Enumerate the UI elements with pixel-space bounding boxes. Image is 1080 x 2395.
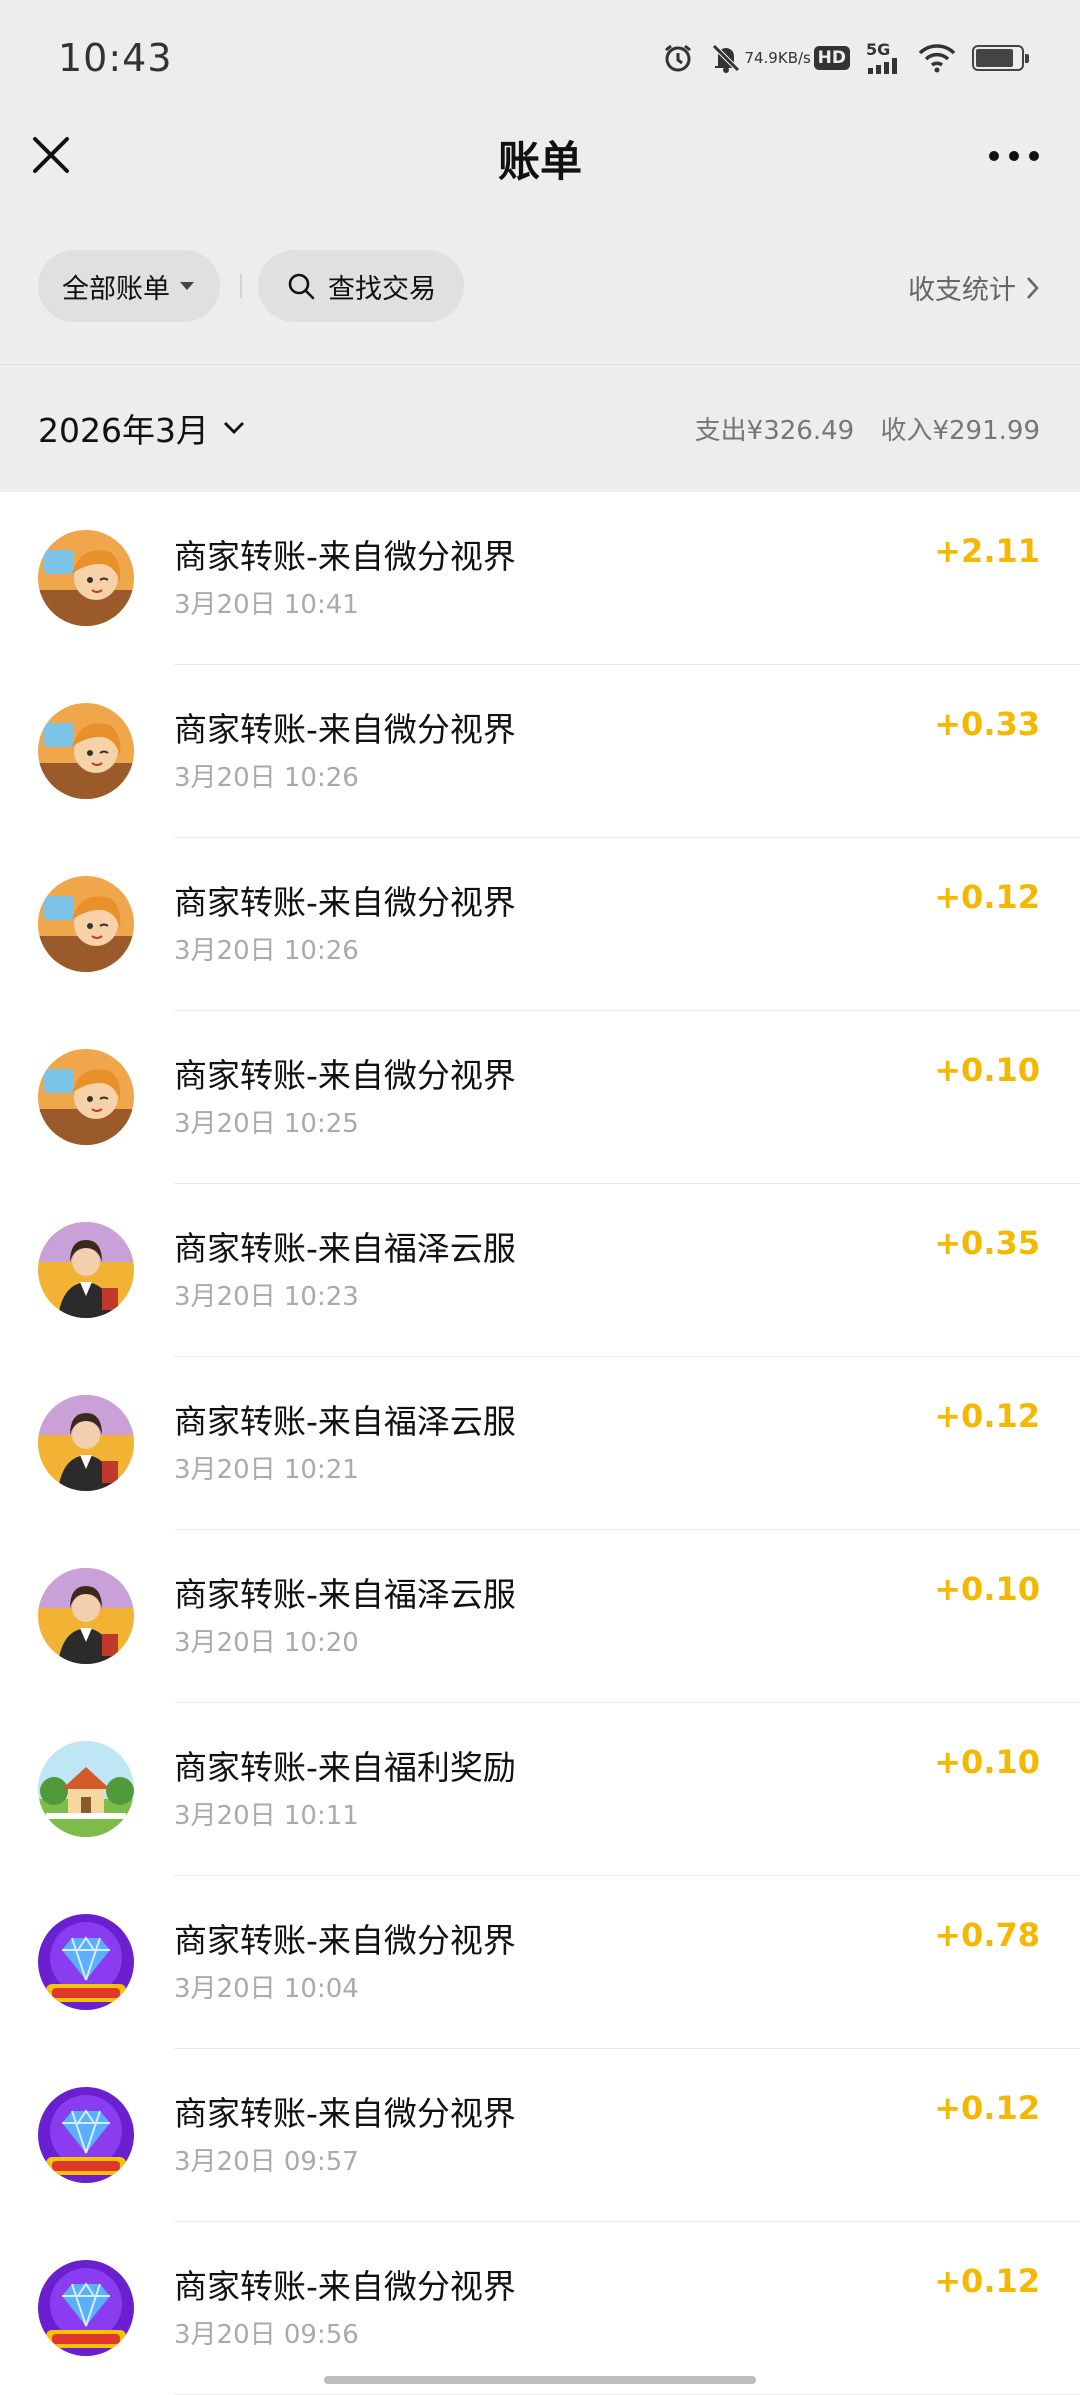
businesswoman-avatar <box>38 1395 134 1491</box>
transaction-title: 商家转账-来自微分视界 <box>174 2094 516 2133</box>
transaction-row[interactable]: 商家转账-来自微分视界 3月20日 09:56 +0.12 <box>0 2222 1080 2395</box>
transaction-amount: +2.11 <box>934 532 1040 570</box>
filter-row: 全部账单 查找交易 收支统计 <box>0 250 1080 326</box>
transaction-time: 3月20日 10:11 <box>174 1801 359 1831</box>
transaction-row[interactable]: 商家转账-来自微分视界 3月20日 10:25 +0.10 <box>0 1011 1080 1184</box>
battery-icon <box>972 45 1029 71</box>
mute-bell-icon <box>710 42 742 74</box>
transaction-amount: +0.10 <box>934 1743 1040 1781</box>
transaction-amount: +0.12 <box>934 878 1040 916</box>
transaction-title: 商家转账-来自福利奖励 <box>174 1748 516 1787</box>
status-icons: 74.9 KB/s HD 5G <box>662 36 1029 80</box>
transaction-title: 商家转账-来自福泽云服 <box>174 1402 516 1441</box>
search-transactions-button[interactable]: 查找交易 <box>258 250 464 322</box>
month-row: 2026年3月 支出¥326.49 收入¥291.99 <box>0 400 1080 460</box>
transaction-amount: +0.33 <box>934 705 1040 743</box>
transaction-time: 3月20日 10:41 <box>174 590 359 620</box>
transaction-amount: +0.78 <box>934 1916 1040 1954</box>
month-label: 2026年3月 <box>38 411 209 450</box>
search-label: 查找交易 <box>328 273 436 305</box>
more-dots-icon <box>989 151 1039 161</box>
transaction-time: 3月20日 10:04 <box>174 1974 359 2004</box>
businesswoman-avatar <box>38 1568 134 1664</box>
transaction-time: 3月20日 10:20 <box>174 1628 359 1658</box>
transaction-title: 商家转账-来自福泽云服 <box>174 1575 516 1614</box>
businesswoman-avatar <box>38 1222 134 1318</box>
net-speed-value: 74.9 <box>744 49 778 67</box>
transaction-row[interactable]: 商家转账-来自微分视界 3月20日 10:26 +0.12 <box>0 838 1080 1011</box>
cottage-avatar <box>38 1741 134 1837</box>
transaction-row[interactable]: 商家转账-来自微分视界 3月20日 10:04 +0.78 <box>0 1876 1080 2049</box>
signal-5g-icon: 5G <box>866 42 902 74</box>
game-girl-avatar <box>38 703 134 799</box>
caret-down-icon <box>180 282 194 290</box>
transaction-row[interactable]: 商家转账-来自福泽云服 3月20日 10:21 +0.12 <box>0 1357 1080 1530</box>
hd-icon: HD <box>813 46 850 70</box>
transaction-row[interactable]: 商家转账-来自微分视界 3月20日 10:26 +0.33 <box>0 665 1080 838</box>
network-label: 5G <box>866 40 891 59</box>
diamond-avatar <box>38 1914 134 2010</box>
more-button[interactable] <box>984 134 1044 178</box>
transaction-amount: +0.12 <box>934 1397 1040 1435</box>
filter-divider <box>240 274 242 298</box>
transaction-amount: +0.12 <box>934 2262 1040 2300</box>
all-bills-filter[interactable]: 全部账单 <box>38 250 220 322</box>
game-girl-avatar <box>38 1049 134 1145</box>
transaction-time: 3月20日 09:57 <box>174 2147 359 2177</box>
transaction-amount: +0.10 <box>934 1051 1040 1089</box>
status-bar: 10:43 74.9 KB/s HD 5G <box>0 0 1080 118</box>
header-divider <box>0 364 1080 365</box>
game-girl-avatar <box>38 530 134 626</box>
transaction-time: 3月20日 10:26 <box>174 936 359 966</box>
page-title: 账单 <box>497 137 582 186</box>
transaction-time: 3月20日 09:56 <box>174 2320 359 2350</box>
transaction-amount: +0.12 <box>934 2089 1040 2127</box>
transaction-title: 商家转账-来自微分视界 <box>174 883 516 922</box>
transaction-amount: +0.10 <box>934 1570 1040 1608</box>
stats-label: 收支统计 <box>908 275 1016 306</box>
net-speed: 74.9 KB/s <box>744 50 810 66</box>
month-summary: 支出¥326.49 收入¥291.99 <box>677 410 1040 447</box>
home-indicator[interactable] <box>324 2376 756 2384</box>
wifi-icon <box>918 43 956 73</box>
chevron-right-icon <box>1027 276 1039 299</box>
alarm-icon <box>662 42 694 74</box>
nav-bar: 账单 <box>0 118 1080 196</box>
diamond-avatar <box>38 2087 134 2183</box>
transaction-row[interactable]: 商家转账-来自福泽云服 3月20日 10:23 +0.35 <box>0 1184 1080 1357</box>
transaction-title: 商家转账-来自微分视界 <box>174 1921 516 1960</box>
month-selector[interactable]: 2026年3月 <box>38 404 245 452</box>
transaction-amount: +0.35 <box>934 1224 1040 1262</box>
diamond-avatar <box>38 2260 134 2356</box>
transaction-row[interactable]: 商家转账-来自福泽云服 3月20日 10:20 +0.10 <box>0 1530 1080 1703</box>
transaction-title: 商家转账-来自微分视界 <box>174 2267 516 2306</box>
transaction-title: 商家转账-来自微分视界 <box>174 710 516 749</box>
expense-total: 支出¥326.49 <box>694 416 855 446</box>
transaction-title: 商家转账-来自微分视界 <box>174 537 516 576</box>
transaction-row[interactable]: 商家转账-来自微分视界 3月20日 09:57 +0.12 <box>0 2049 1080 2222</box>
income-total: 收入¥291.99 <box>880 416 1040 446</box>
all-bills-label: 全部账单 <box>62 273 170 305</box>
transaction-time: 3月20日 10:25 <box>174 1109 359 1139</box>
transaction-row[interactable]: 商家转账-来自福利奖励 3月20日 10:11 +0.10 <box>0 1703 1080 1876</box>
transaction-title: 商家转账-来自福泽云服 <box>174 1229 516 1268</box>
stats-link[interactable]: 收支统计 <box>908 268 1040 307</box>
chevron-down-icon <box>223 422 244 434</box>
transaction-row[interactable]: 商家转账-来自微分视界 3月20日 10:41 +2.11 <box>0 492 1080 665</box>
transaction-time: 3月20日 10:23 <box>174 1282 359 1312</box>
status-time: 10:43 <box>58 36 173 80</box>
search-icon <box>288 273 315 300</box>
net-speed-unit: KB/s <box>777 49 811 67</box>
transaction-time: 3月20日 10:21 <box>174 1455 359 1485</box>
transaction-list: 商家转账-来自微分视界 3月20日 10:41 +2.11 商家转账-来自微分视界 3月… <box>0 492 1080 2395</box>
transaction-title: 商家转账-来自微分视界 <box>174 1056 516 1095</box>
battery-fill <box>976 49 1014 67</box>
transaction-time: 3月20日 10:26 <box>174 763 359 793</box>
game-girl-avatar <box>38 876 134 972</box>
